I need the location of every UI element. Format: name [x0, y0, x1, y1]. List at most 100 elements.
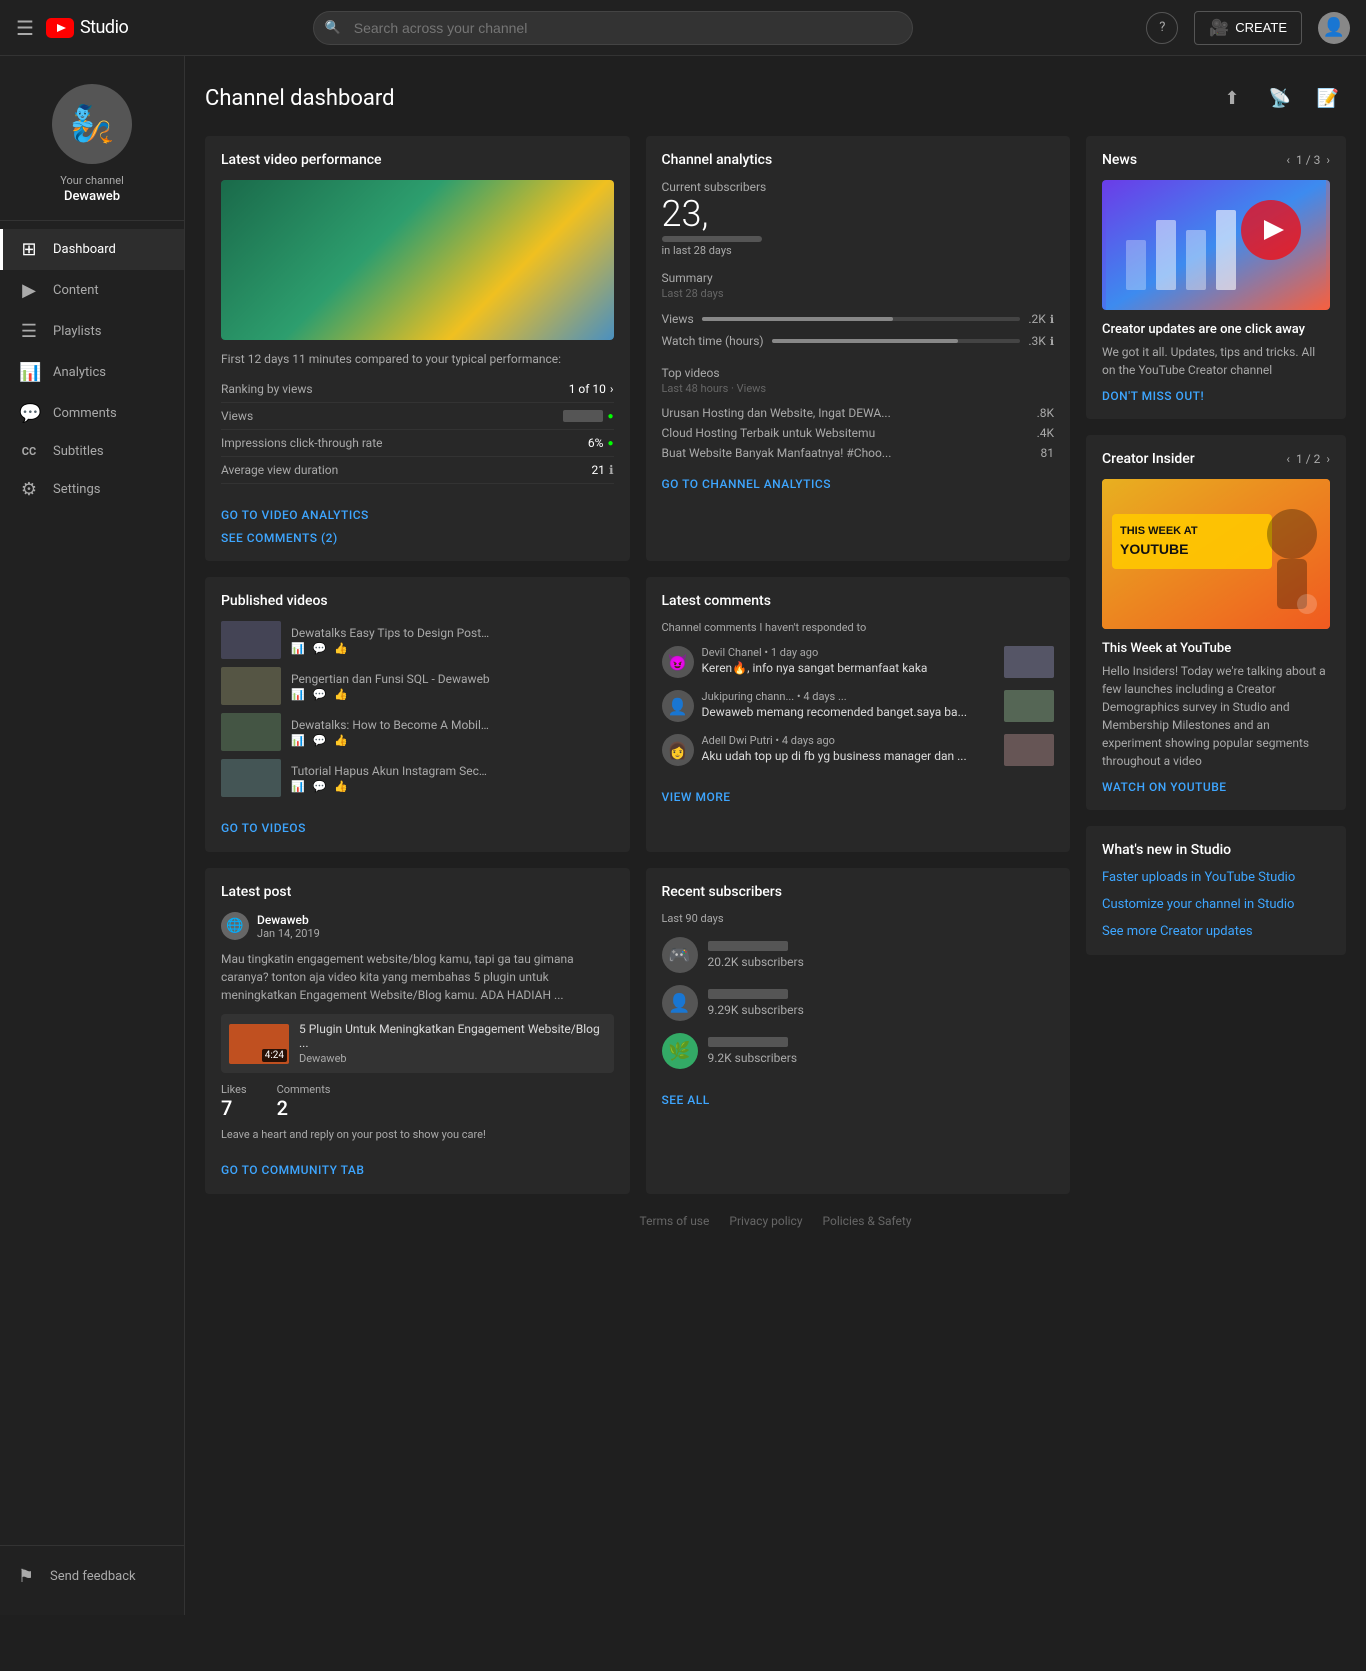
published-videos-card: Published videos Dewatalks Easy Tips to … [205, 577, 630, 852]
news-card-header: News ‹ 1 / 3 › [1102, 152, 1330, 168]
see-comments-link[interactable]: SEE COMMENTS (2) [221, 531, 614, 545]
watch-bar-fill [772, 339, 959, 343]
perf-row-ctr: Impressions click-through rate 6% ● [221, 430, 614, 457]
layout: 🧞 Your channel Dewaweb ⊞ Dashboard ▶ Con… [0, 56, 1366, 1615]
whats-new-more-link[interactable]: See more Creator updates [1102, 924, 1330, 939]
news-page-indicator: 1 / 3 [1296, 153, 1320, 167]
pub-info-4: Tutorial Hapus Akun Instagram Secar... 📊… [291, 764, 614, 793]
sidebar-item-label-dashboard: Dashboard [53, 242, 116, 257]
subtitles-icon: CC [19, 445, 39, 458]
post-link-preview[interactable]: 4:24 5 Plugin Untuk Meningkatkan Engagem… [221, 1014, 614, 1073]
ci-next-button[interactable]: › [1326, 452, 1330, 466]
published-videos-title: Published videos [221, 593, 614, 609]
help-button[interactable]: ? [1146, 12, 1178, 44]
avatar[interactable]: 👤 [1318, 12, 1350, 44]
ci-video-desc: Hello Insiders! Today we're talking abou… [1102, 662, 1330, 770]
news-next-button[interactable]: › [1326, 153, 1330, 167]
pub-title-1: Dewatalks Easy Tips to Design Posts... [291, 626, 491, 640]
search-input[interactable] [313, 11, 913, 45]
top-video-row-1: Urusan Hosting dan Website, Ingat DEWA..… [662, 403, 1055, 423]
video-bg [221, 180, 614, 340]
studio-logo-text: Studio [80, 17, 128, 38]
pub-stat-like: 👍 [334, 734, 348, 747]
whats-new-item-2[interactable]: Customize your channel in Studio [1102, 897, 1330, 912]
post-stats: Likes 7 Comments 2 [221, 1083, 614, 1120]
search-icon: 🔍 [325, 20, 341, 35]
views-bar [563, 410, 603, 422]
list-item: Tutorial Hapus Akun Instagram Secar... 📊… [221, 759, 614, 797]
post-comments: Comments 2 [277, 1083, 331, 1120]
whats-new-item-1[interactable]: Faster uploads in YouTube Studio [1102, 870, 1330, 885]
published-video-list: Dewatalks Easy Tips to Design Posts... 📊… [221, 621, 614, 797]
create-post-button[interactable]: 📝 [1310, 80, 1346, 116]
upload-button[interactable]: ⬆ [1214, 80, 1250, 116]
ctr-label: Impressions click-through rate [221, 436, 383, 450]
sub-name-bar-1 [708, 941, 788, 951]
top-videos-section: Top videos Last 48 hours · Views Urusan … [662, 366, 1055, 463]
creator-insider-header: Creator Insider ‹ 1 / 2 › [1102, 451, 1330, 467]
sidebar-item-comments[interactable]: 💬 Comments [0, 393, 184, 434]
sidebar-item-label-analytics: Analytics [53, 365, 106, 380]
pub-thumb-2 [221, 667, 281, 705]
go-to-videos-link[interactable]: GO TO VIDEOS [221, 821, 306, 835]
see-all-subscribers-link[interactable]: SEE ALL [662, 1093, 710, 1107]
channel-label: Your channel [60, 174, 124, 187]
sidebar-item-settings[interactable]: ⚙ Settings [0, 469, 184, 510]
video-thumbnail[interactable]: Pentingnya Website Untuk UMKM - Dewaweb [221, 180, 614, 340]
sub-count-3: 9.2K subscribers [708, 1051, 798, 1065]
topbar-right: ? 🎥 CREATE 👤 [1146, 11, 1350, 45]
comment-avatar-2: 👤 [662, 690, 694, 722]
info-icon: ℹ [609, 463, 614, 477]
news-cta-link[interactable]: DON'T MISS OUT! [1102, 389, 1330, 403]
send-feedback-button[interactable]: ⚑ Send feedback [16, 1558, 168, 1595]
create-button[interactable]: 🎥 CREATE [1194, 11, 1302, 45]
comment-meta-1: Devil Chanel • 1 day ago [702, 646, 997, 659]
sidebar-item-dashboard[interactable]: ⊞ Dashboard [0, 229, 184, 270]
sidebar-item-analytics[interactable]: 📊 Analytics [0, 352, 184, 393]
pub-stat-bar: 📊 [291, 688, 305, 701]
news-prev-button[interactable]: ‹ [1286, 153, 1290, 167]
pub-info-2: Pengertian dan Funsi SQL - Dewaweb 📊 💬 👍 [291, 672, 614, 701]
views-bar-fill [702, 317, 893, 321]
latest-post-card: Latest post 🌐 Dewaweb Jan 14, 2019 Mau t… [205, 868, 630, 1194]
menu-button[interactable]: ☰ [16, 16, 34, 40]
comments-icon: 💬 [19, 403, 39, 424]
ci-watch-link[interactable]: WATCH ON YOUTUBE [1102, 780, 1330, 794]
ci-prev-button[interactable]: ‹ [1286, 452, 1290, 466]
nav-items: ⊞ Dashboard ▶ Content ☰ Playlists 📊 Anal… [0, 229, 184, 1545]
post-link-channel: Dewaweb [299, 1052, 606, 1065]
post-channel-avatar: 🌐 [221, 912, 249, 940]
top-video-title-1: Urusan Hosting dan Website, Ingat DEWA..… [662, 406, 1029, 420]
recent-subs-title: Recent subscribers [662, 884, 1055, 900]
svg-text:YOUTUBE: YOUTUBE [1120, 541, 1188, 557]
likes-label: Likes [221, 1083, 247, 1096]
views-info-icon: ℹ [1050, 313, 1054, 326]
pub-stats-1: 📊 💬 👍 [291, 642, 614, 655]
channel-avatar[interactable]: 🧞 [52, 84, 132, 164]
sidebar-item-label-content: Content [53, 283, 99, 298]
go-to-community-link[interactable]: GO TO COMMUNITY TAB [221, 1163, 364, 1177]
go-live-button[interactable]: 📡 [1262, 80, 1298, 116]
top-video-row-2: Cloud Hosting Terbaik untuk Websitemu .4… [662, 423, 1055, 443]
likes-value: 7 [221, 1096, 247, 1120]
go-to-video-analytics-link[interactable]: GO TO VIDEO ANALYTICS [221, 508, 369, 522]
go-to-channel-analytics-link[interactable]: GO TO CHANNEL ANALYTICS [662, 477, 832, 491]
view-more-comments-link[interactable]: VIEW MORE [662, 790, 731, 804]
sidebar-item-content[interactable]: ▶ Content [0, 270, 184, 311]
views-value: ● [563, 410, 613, 422]
pub-thumb-1 [221, 621, 281, 659]
settings-icon: ⚙ [19, 479, 39, 500]
footer-policies[interactable]: Policies & Safety [823, 1214, 912, 1228]
sidebar-item-label-playlists: Playlists [53, 324, 101, 339]
sub-avatar-3: 🌿 [662, 1033, 698, 1069]
views-val: .2K ℹ [1028, 312, 1054, 326]
sidebar-item-label-comments: Comments [53, 406, 117, 421]
footer-terms[interactable]: Terms of use [640, 1214, 710, 1228]
sidebar-item-subtitles[interactable]: CC Subtitles [0, 434, 184, 469]
subs-bar [662, 236, 762, 242]
sidebar-item-playlists[interactable]: ☰ Playlists [0, 311, 184, 352]
footer-privacy[interactable]: Privacy policy [729, 1214, 802, 1228]
sidebar-item-label-settings: Settings [53, 482, 100, 497]
comment-body-1: Devil Chanel • 1 day ago Keren🔥, info ny… [702, 646, 997, 675]
pub-title-4: Tutorial Hapus Akun Instagram Secar... [291, 764, 491, 778]
